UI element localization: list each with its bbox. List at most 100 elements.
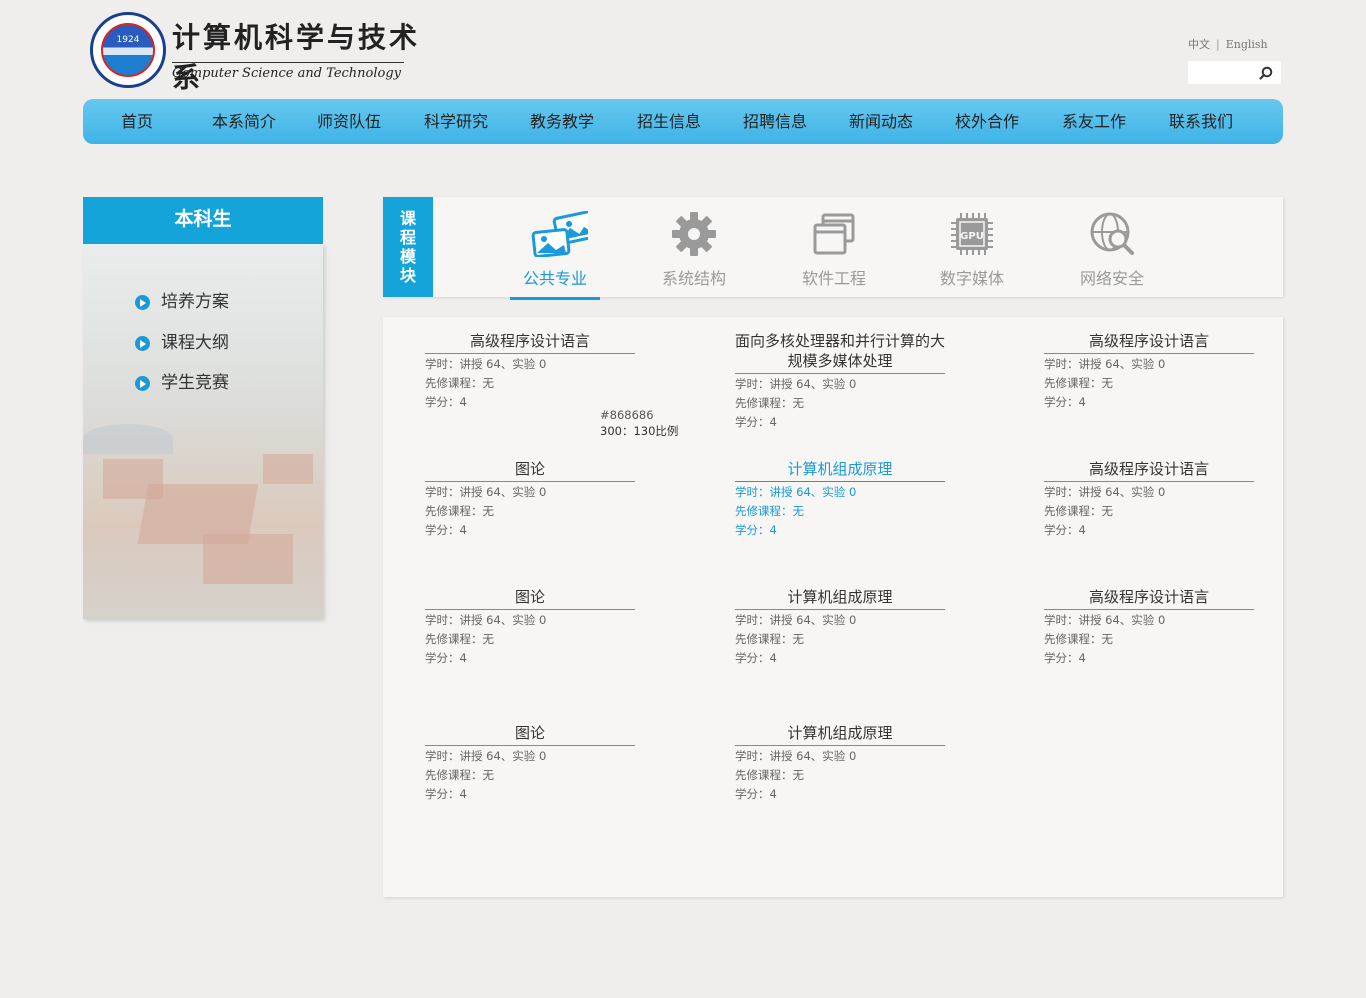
globe-search-icon [1090,212,1134,255]
tab-digital-media[interactable]: GPU 数字媒体 [927,197,1017,297]
sidebar-item-label: 培养方案 [161,292,229,312]
language-switcher: 中文 | English [1188,36,1268,52]
course-card[interactable]: 图论 学时：讲授 64、实验 0 先修课程：无 学分：4 [425,587,635,667]
nav-item-faculty[interactable]: 师资队伍 [317,99,381,144]
tab-label: 网络安全 [1079,269,1144,288]
svg-text:GPU: GPU [960,231,984,242]
sidebar-title: 本科生 [83,197,323,244]
tab-software-engineering[interactable]: 软件工程 [789,197,879,297]
play-arrow-icon [135,336,150,351]
picture-icon [531,211,588,257]
tab-network-security[interactable]: 网络安全 [1067,197,1157,297]
course-title: 图论 [425,723,635,746]
course-credit: 学分：4 [425,523,467,537]
search-icon[interactable] [1259,66,1273,80]
course-card[interactable]: 计算机组成原理 学时：讲授 64、实验 0 先修课程：无 学分：4 [735,723,945,803]
course-card[interactable]: 高级程序设计语言 学时：讲授 64、实验 0 先修课程：无 学分：4 [1044,459,1254,539]
play-arrow-icon [135,295,150,310]
course-hours: 学时：讲授 64、实验 0 [735,377,857,391]
course-hours: 学时：讲授 64、实验 0 [425,357,547,371]
course-card[interactable]: 高级程序设计语言 学时：讲授 64、实验 0 先修课程：无 学分：4 #8686… [425,331,678,438]
sidebar-item-label: 课程大纲 [161,333,229,353]
sidebar-panel: 培养方案 课程大纲 学生竞赛 [83,244,323,619]
lang-zh-link[interactable]: 中文 [1188,38,1210,51]
course-title: 面向多核处理器和并行计算的大规模多媒体处理 [735,331,945,374]
module-tag: 课 程 模 块 [383,197,433,297]
course-prereq: 先修课程：无 [735,632,804,646]
emblem-year: 1924 [116,35,140,45]
nav-item-contact[interactable]: 联系我们 [1169,99,1233,144]
nav-item-cooperation[interactable]: 校外合作 [955,99,1019,144]
course-title: 计算机组成原理 [735,723,945,746]
course-title: 高级程序设计语言 [1044,331,1254,354]
course-credit: 学分：4 [1044,651,1086,665]
course-hours: 学时：讲授 64、实验 0 [735,613,857,627]
gear-icon [672,212,716,256]
nav-item-teaching[interactable]: 教务教学 [530,99,594,144]
course-card[interactable]: 高级程序设计语言 学时：讲授 64、实验 0 先修课程：无 学分：4 [1044,587,1254,667]
course-credit: 学分：4 [425,787,467,801]
annotation-ratio: 300：130比例 [600,424,679,438]
course-title: 高级程序设计语言 [1044,587,1254,610]
search-box [1188,61,1281,84]
design-annotation: #868686 300：130比例 [600,407,678,439]
course-title: 计算机组成原理 [735,459,945,482]
course-card[interactable]: 计算机组成原理 学时：讲授 64、实验 0 先修课程：无 学分：4 [735,587,945,667]
nav-item-recruitment[interactable]: 招聘信息 [743,99,807,144]
annotation-color: #868686 [600,408,654,422]
tab-label: 公共专业 [522,269,587,288]
tab-system-architecture[interactable]: 系统结构 [649,197,739,297]
tab-label: 数字媒体 [939,269,1004,288]
course-prereq: 先修课程：无 [425,768,494,782]
course-module-bar: 课 程 模 块 公共专业 系统结构 软件工程 GPU 数字媒体 网络安全 [383,197,1283,300]
course-credit: 学分：4 [735,787,777,801]
nav-item-news[interactable]: 新闻动态 [849,99,913,144]
course-prereq: 先修课程：无 [425,504,494,518]
course-card[interactable]: 图论 学时：讲授 64、实验 0 先修课程：无 学分：4 [425,723,635,803]
course-title: 高级程序设计语言 [425,331,635,354]
course-grid: 高级程序设计语言 学时：讲授 64、实验 0 先修课程：无 学分：4 #8686… [383,317,1283,897]
course-credit: 学分：4 [735,523,777,537]
course-title: 高级程序设计语言 [1044,459,1254,482]
sidebar-item-label: 学生竞赛 [161,373,229,393]
course-hours: 学时：讲授 64、实验 0 [1044,485,1166,499]
course-hours: 学时：讲授 64、实验 0 [425,485,547,499]
windows-icon [813,213,855,255]
lang-en-link[interactable]: English [1226,38,1268,51]
tab-label: 系统结构 [661,269,726,288]
course-credit: 学分：4 [1044,395,1086,409]
course-hours: 学时：讲授 64、实验 0 [735,485,857,499]
course-hours: 学时：讲授 64、实验 0 [735,749,857,763]
tab-label: 软件工程 [801,269,866,288]
nav-item-admissions[interactable]: 招生信息 [637,99,701,144]
search-input[interactable] [1192,63,1256,82]
course-prereq: 先修课程：无 [1044,376,1113,390]
nav-item-research[interactable]: 科学研究 [424,99,488,144]
course-prereq: 先修课程：无 [735,396,804,410]
gpu-chip-icon: GPU [951,213,993,255]
course-card-highlighted[interactable]: 计算机组成原理 学时：讲授 64、实验 0 先修课程：无 学分：4 [735,459,945,539]
nav-item-home[interactable]: 首页 [121,99,153,144]
course-prereq: 先修课程：无 [425,376,494,390]
course-credit: 学分：4 [735,651,777,665]
course-hours: 学时：讲授 64、实验 0 [425,613,547,627]
course-card[interactable]: 图论 学时：讲授 64、实验 0 先修课程：无 学分：4 [425,459,635,539]
university-emblem-icon: 1924 [90,12,166,88]
site-logo[interactable]: 1924 计算机科学与技术系 Computer Science and Tech… [90,10,420,94]
course-hours: 学时：讲授 64、实验 0 [425,749,547,763]
nav-item-alumni[interactable]: 系友工作 [1062,99,1126,144]
course-prereq: 先修课程：无 [1044,632,1113,646]
main-nav: 首页 本系简介 师资队伍 科学研究 教务教学 招生信息 招聘信息 新闻动态 校外… [83,99,1283,144]
course-title: 图论 [425,587,635,610]
course-card[interactable]: 高级程序设计语言 学时：讲授 64、实验 0 先修课程：无 学分：4 [1044,331,1254,411]
nav-item-about[interactable]: 本系简介 [212,99,276,144]
logo-divider [172,62,404,63]
course-title: 计算机组成原理 [735,587,945,610]
course-prereq: 先修课程：无 [735,768,804,782]
course-prereq: 先修课程：无 [1044,504,1113,518]
tab-public-major[interactable]: 公共专业 [510,197,600,300]
course-card[interactable]: 面向多核处理器和并行计算的大规模多媒体处理 学时：讲授 64、实验 0 先修课程… [735,331,945,431]
play-arrow-icon [135,376,150,391]
course-hours: 学时：讲授 64、实验 0 [1044,357,1166,371]
site-title: 计算机科学与技术系 [172,21,421,94]
